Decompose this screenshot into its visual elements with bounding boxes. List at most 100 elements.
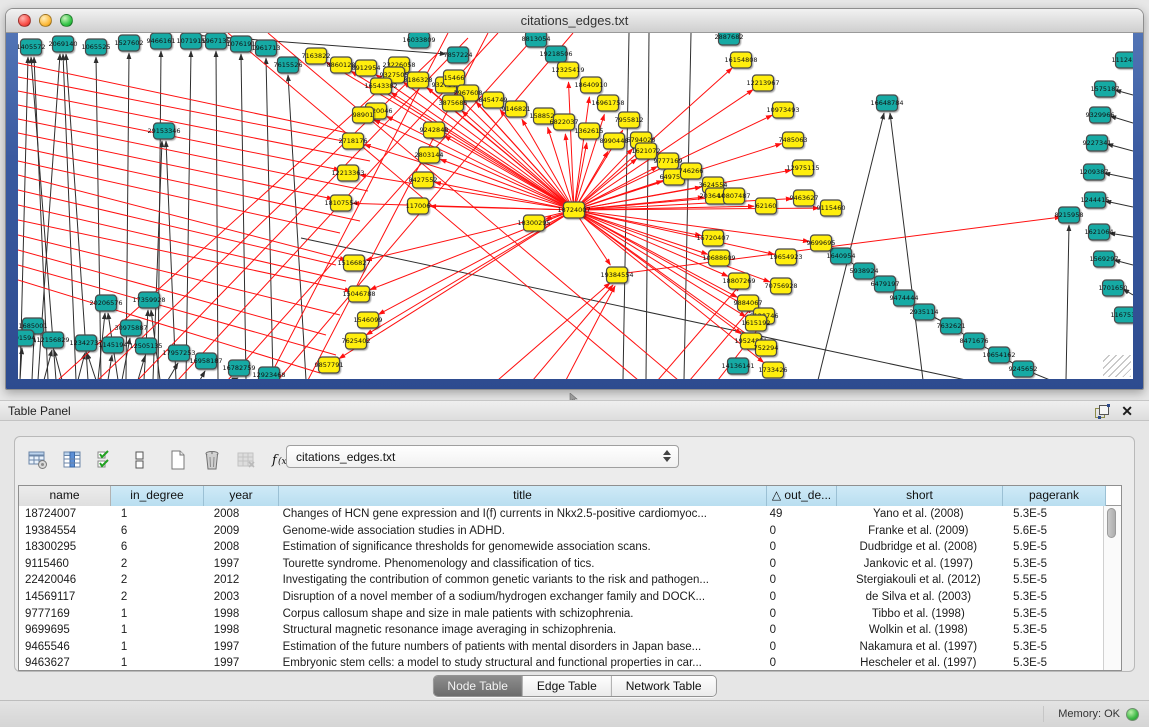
- graph-edge[interactable]: [200, 371, 205, 379]
- graph-edge[interactable]: [684, 33, 691, 379]
- new-document-icon[interactable]: [165, 446, 191, 474]
- row-options-icon[interactable]: [127, 446, 153, 474]
- graph-edge[interactable]: [18, 133, 333, 199]
- cell-short: Franke et al. (2009): [835, 523, 1001, 540]
- table-row[interactable]: 911546021997Tourette syndrome. Phenomeno…: [19, 556, 1104, 573]
- float-window-icon[interactable]: [1095, 405, 1109, 418]
- cell-pagerank: 5.5E-5: [1001, 572, 1104, 589]
- table-settings-icon[interactable]: [25, 446, 51, 474]
- column-header-name[interactable]: name: [19, 486, 111, 506]
- graph-node-label: 10807487: [717, 192, 750, 200]
- graph-node-label: 9884067: [734, 299, 763, 307]
- graph-edge[interactable]: [533, 285, 613, 379]
- network-window-titlebar[interactable]: citations_edges.txt: [6, 9, 1143, 33]
- cell-name: 18724007: [19, 506, 111, 523]
- show-columns-icon[interactable]: [59, 446, 85, 474]
- graph-edge[interactable]: [301, 238, 966, 379]
- column-header-title[interactable]: title: [279, 486, 767, 506]
- select-all-rows-icon[interactable]: [93, 446, 119, 474]
- column-header-in_degree[interactable]: in_degree: [111, 486, 204, 506]
- table-row[interactable]: 1456911722003Disruption of a novel membe…: [19, 589, 1104, 606]
- table-row[interactable]: 1830029562008Estimation of significance …: [19, 539, 1104, 556]
- graph-edge[interactable]: [18, 119, 368, 191]
- graph-edge[interactable]: [339, 210, 574, 359]
- graph-node-label: 18107554: [324, 199, 357, 207]
- graph-edge[interactable]: [232, 378, 238, 379]
- network-canvas-svg[interactable]: 1872400714055722069140106552515276029466…: [18, 33, 1133, 379]
- canvas-resize-grip[interactable]: [1103, 355, 1131, 377]
- cell-in_degree: 6: [111, 523, 204, 540]
- column-header-short[interactable]: short: [837, 486, 1003, 506]
- graph-edge[interactable]: [18, 235, 340, 315]
- table-row[interactable]: 977716911998Corpus callosum shape and si…: [19, 606, 1104, 623]
- table-row[interactable]: 946554611997Estimation of the future num…: [19, 639, 1104, 656]
- cell-title: Estimation of the future numbers of pati…: [279, 639, 766, 656]
- cell-name: 9463627: [19, 655, 111, 671]
- cell-short: Stergiakouli et al. (2012): [835, 572, 1001, 589]
- tab-edge-table[interactable]: Edge Table: [523, 676, 612, 696]
- vertical-scrollbar[interactable]: [1103, 506, 1121, 670]
- window-title: citations_edges.txt: [6, 13, 1143, 28]
- cell-year: 2008: [204, 506, 279, 523]
- graph-edge[interactable]: [1066, 225, 1069, 379]
- cell-name: 9777169: [19, 606, 111, 623]
- graph-edge[interactable]: [87, 353, 96, 379]
- graph-edge[interactable]: [98, 53, 438, 379]
- table-row[interactable]: 969969511998Structural magnetic resonanc…: [19, 622, 1104, 639]
- cell-name: 9465546: [19, 639, 111, 656]
- cell-title: Changes of HCN gene expression and I(f) …: [279, 506, 766, 523]
- graph-node-label: 9699695: [807, 239, 836, 247]
- graph-node-label: 16958187: [189, 357, 222, 365]
- table-row[interactable]: 2242004622012Investigating the contribut…: [19, 572, 1104, 589]
- graph-edge[interactable]: [387, 116, 574, 210]
- graph-edge[interactable]: [569, 82, 574, 210]
- graph-edge[interactable]: [216, 51, 218, 379]
- cell-out_degree: 0: [766, 589, 836, 606]
- memory-status: Memory: OK: [1043, 706, 1139, 722]
- memory-status-indicator[interactable]: [1126, 708, 1139, 721]
- cell-pagerank: 5.3E-5: [1001, 606, 1104, 623]
- scrollbar-thumb[interactable]: [1107, 508, 1116, 538]
- graph-node-label: 8471676: [960, 337, 989, 345]
- graph-edge[interactable]: [166, 141, 176, 379]
- column-header-pagerank[interactable]: pagerank: [1003, 486, 1106, 506]
- graph-node-label: 9245652: [1009, 365, 1038, 373]
- network-view[interactable]: 1872400714055722069140106552515276029466…: [18, 33, 1133, 379]
- table-row[interactable]: 1872400712008Changes of HCN gene express…: [19, 506, 1104, 523]
- graph-edge[interactable]: [96, 57, 101, 379]
- graph-node-label: 17359928: [132, 296, 165, 304]
- tab-node-table[interactable]: Node Table: [433, 676, 523, 696]
- graph-node-label: 9777169: [654, 157, 683, 165]
- table-row[interactable]: 1938455462009Genome-wide association stu…: [19, 523, 1104, 540]
- cell-in_degree: 1: [111, 655, 204, 671]
- column-header-out_degree[interactable]: △ out_de...: [767, 486, 837, 506]
- delete-table-icon[interactable]: [199, 446, 225, 474]
- graph-edge[interactable]: [890, 113, 923, 379]
- import-table-disabled-icon[interactable]: [233, 446, 259, 474]
- graph-edge[interactable]: [18, 161, 340, 233]
- graph-edge[interactable]: [18, 63, 348, 133]
- graph-node-label: 1701650: [1099, 284, 1128, 292]
- graph-edge[interactable]: [574, 97, 589, 210]
- cell-short: Dudbridge et al. (2008): [835, 539, 1001, 556]
- network-table-selector[interactable]: citations_edges.txt: [286, 445, 679, 468]
- graph-node-label: 6822037: [550, 118, 579, 126]
- network-frame: 1872400714055722069140106552515276029466…: [6, 33, 1143, 390]
- graph-node-label: 12213363: [331, 169, 364, 177]
- graph-node-label: 8186328: [404, 76, 433, 84]
- graph-edge[interactable]: [498, 283, 610, 379]
- graph-edge[interactable]: [168, 363, 178, 379]
- network-window[interactable]: citations_edges.txt 18724007140557220691…: [5, 8, 1144, 390]
- graph-edge[interactable]: [241, 54, 246, 379]
- graph-node-label: 12156829: [36, 336, 69, 344]
- column-header-year[interactable]: year: [204, 486, 279, 506]
- node-table: namein_degreeyeartitle△ out_de...shortpa…: [18, 485, 1122, 671]
- cell-out_degree: 0: [766, 639, 836, 656]
- tab-network-table[interactable]: Network Table: [612, 676, 716, 696]
- cell-pagerank: 5.3E-5: [1001, 622, 1104, 639]
- table-row[interactable]: 946362711997Embryonic stem cells: a mode…: [19, 655, 1104, 671]
- cell-name: 22420046: [19, 572, 111, 589]
- close-panel-icon[interactable]: ✕: [1121, 403, 1133, 420]
- graph-edge[interactable]: [374, 120, 574, 210]
- graph-edge[interactable]: [18, 220, 351, 291]
